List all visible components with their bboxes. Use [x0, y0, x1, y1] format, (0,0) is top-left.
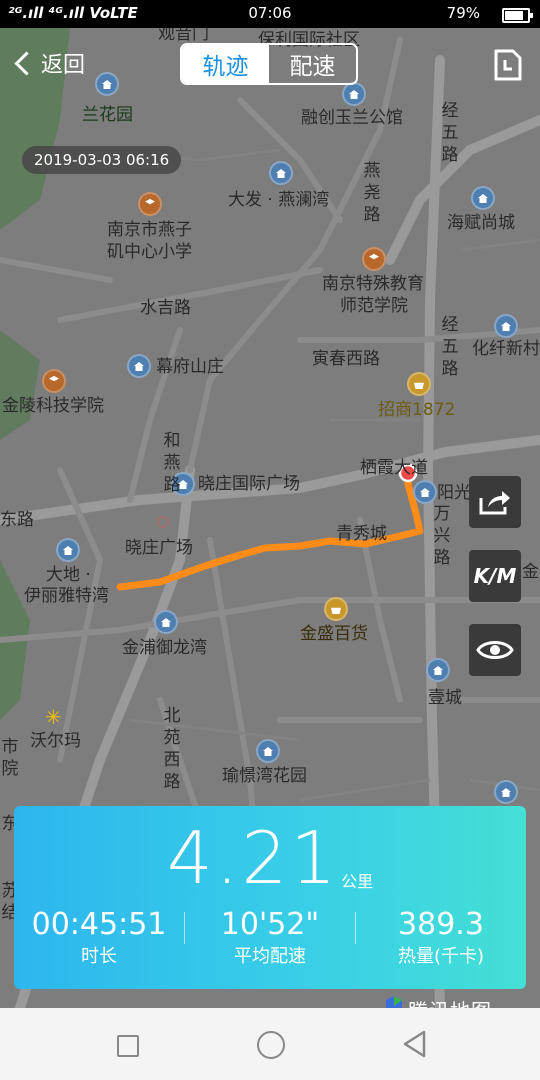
distance-unit: 公里 — [341, 872, 374, 891]
map-road-label: 燕尧路 — [363, 161, 381, 225]
poi-dot-icon — [157, 516, 169, 528]
map-label: 兰花园 — [82, 105, 133, 125]
map-label: 水吉路 — [140, 298, 191, 318]
poi-icon — [473, 188, 493, 208]
map-label: 金浦御龙湾 — [122, 638, 207, 658]
pace-stat: 10'52" 平均配速 — [185, 908, 355, 968]
poi-icon — [58, 540, 78, 560]
school-icon — [44, 371, 64, 391]
school-icon — [140, 194, 160, 214]
map-label: 海赋尚城 — [447, 213, 515, 233]
system-nav-bar — [0, 1008, 540, 1080]
view-toggle: 轨迹 配速 — [180, 43, 358, 85]
map-label: 融创玉兰公馆 — [301, 108, 403, 128]
distance-value: 4.21 — [166, 816, 340, 900]
run-date: 2019-03-03 06:16 — [22, 146, 182, 174]
map-road-label: 北苑西路 — [163, 706, 181, 792]
map-label: 金 — [522, 562, 539, 582]
map-road-label: 市院 — [1, 737, 19, 779]
run-summary-panel: 4.21 公里 00:45:51 时长 10'52" 平均配速 389.3 热量(… — [14, 806, 526, 989]
map-label: 师范学院 — [340, 296, 408, 316]
poi-icon — [156, 612, 176, 632]
shop-icon — [409, 374, 429, 394]
duration-stat: 00:45:51 时长 — [14, 908, 184, 968]
share-button[interactable] — [469, 476, 521, 528]
map-label: 栖霞大道 — [360, 458, 428, 478]
poi-icon — [496, 316, 516, 336]
back-nav-button[interactable] — [402, 1030, 426, 1058]
recents-button[interactable] — [117, 1035, 139, 1057]
view-toggle-button[interactable] — [469, 624, 521, 676]
battery-icon — [502, 8, 533, 23]
calories-label: 热量(千卡) — [397, 946, 485, 967]
poi-icon — [271, 163, 291, 183]
eye-icon — [476, 641, 514, 659]
record-list-icon[interactable] — [494, 49, 522, 81]
map-label: 壹城 — [428, 688, 462, 708]
map-label: 晓庄广场 — [125, 538, 193, 558]
poi-icon — [129, 356, 149, 376]
map-label: 晓庄国际广场 — [198, 474, 300, 494]
shop-icon — [326, 599, 346, 619]
home-button[interactable] — [257, 1031, 285, 1059]
map-road-label: 万兴路 — [433, 504, 451, 568]
map-label: 大发 · 燕澜湾 — [228, 190, 330, 210]
calories-stat: 389.3 热量(千卡) — [356, 908, 526, 968]
map-label: 寅春西路 — [312, 349, 380, 369]
distance-block: 4.21 公里 — [14, 818, 526, 898]
map-label: 沃尔玛 — [30, 731, 81, 751]
map-label: 伊丽雅特湾 — [24, 586, 109, 606]
map-label: 化纤新村 — [472, 339, 540, 359]
map-road-label: 经五路 — [441, 101, 459, 165]
map-label: 东路 — [0, 510, 34, 530]
map-label: 瑜憬湾花园 — [222, 766, 307, 786]
back-button[interactable]: 返回 — [12, 46, 85, 80]
map-label: 矶中心小学 — [107, 242, 192, 262]
school-icon — [364, 249, 384, 269]
map-label: 幕府山庄 — [156, 357, 224, 377]
walmart-icon: ✳ — [45, 705, 62, 729]
unit-toggle-button[interactable]: K/M — [469, 550, 521, 602]
map-road-label: 和燕路 — [163, 431, 181, 495]
map-road-label: 经五路 — [441, 315, 459, 379]
tab-pace[interactable]: 配速 — [269, 45, 356, 83]
status-bar: ²ᴳ.ıll ⁴ᴳ.ıll VoLTE 07:06 79% — [0, 0, 540, 28]
poi-icon — [496, 782, 516, 802]
map-label: 金陵科技学院 — [2, 396, 104, 416]
poi-icon — [97, 74, 117, 94]
map-label: 金盛百货 — [300, 624, 368, 644]
map-label: 南京特殊教育 — [322, 274, 424, 294]
duration-label: 时长 — [81, 946, 117, 967]
pace-label: 平均配速 — [234, 946, 306, 967]
map-label: 大地 · — [46, 565, 91, 585]
map-label: 青秀城 — [336, 524, 387, 544]
pace-value: 10'52" — [220, 907, 320, 942]
calories-value: 389.3 — [398, 907, 484, 942]
chevron-left-icon — [14, 50, 39, 76]
poi-icon — [258, 741, 278, 761]
poi-icon — [415, 482, 435, 502]
duration-value: 00:45:51 — [31, 907, 167, 942]
poi-icon — [428, 660, 448, 680]
map-label: 南京市燕子 — [107, 220, 192, 240]
share-icon — [479, 491, 510, 515]
poi-icon — [344, 84, 364, 104]
tab-track[interactable]: 轨迹 — [182, 45, 269, 83]
battery-percent: 79% — [446, 4, 480, 22]
map-label: 招商1872 — [378, 400, 456, 420]
back-label: 返回 — [41, 53, 86, 78]
